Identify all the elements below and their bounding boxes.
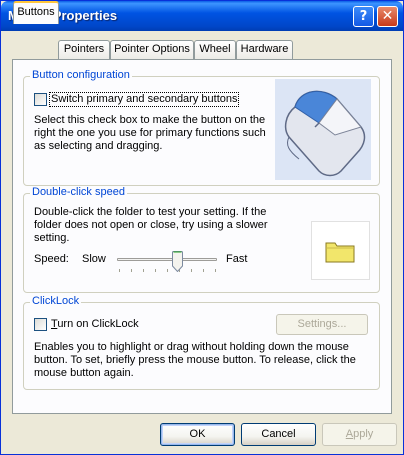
tab-buttons[interactable]: Buttons [13, 1, 59, 24]
slider-tick [131, 269, 132, 272]
settings-button-label: Settings... [297, 318, 347, 330]
speed-label: Speed: [34, 253, 69, 265]
clicklock-label[interactable]: Turn on ClickLock [51, 318, 139, 331]
button-config-desc-line-1: Select this check box to make the button… [34, 114, 266, 126]
tab-hardware[interactable]: Hardware [236, 40, 293, 59]
tab-wheel[interactable]: Wheel [194, 40, 236, 59]
tab-label: Pointers [63, 43, 105, 55]
clicklock-desc-line-2: button. To set, briefly press the mouse … [34, 354, 356, 366]
test-folder-area[interactable] [311, 221, 370, 280]
switch-buttons-label[interactable]: Switch primary and secondary buttons [48, 92, 240, 107]
double-click-desc-line-2: folder does not open or close, try using… [34, 219, 268, 231]
mouse-icon [284, 90, 366, 177]
tab-label: Wheel [199, 43, 231, 55]
clicklock-desc-line-3: mouse button again. [34, 367, 134, 379]
slider-tick [143, 269, 144, 272]
cancel-button[interactable]: Cancel [241, 423, 316, 446]
mouse-image [275, 79, 371, 180]
folder-icon [325, 242, 355, 263]
double-click-desc-line-3: setting. [34, 232, 70, 244]
clicklock-label-rest: urn on ClickLock [57, 318, 139, 330]
slider-tick [203, 269, 204, 272]
clicklock-desc-line-1: Enables you to highlight or drag without… [34, 341, 349, 353]
slow-label: Slow [82, 253, 106, 265]
clicklock-settings-button[interactable]: Settings... [276, 314, 368, 335]
slider-tick [167, 269, 168, 272]
tab-label: Hardware [240, 43, 289, 55]
tab-label: Pointer Options [114, 43, 190, 55]
ok-button[interactable]: OK [160, 423, 235, 446]
close-icon: ✕ [381, 8, 394, 24]
mouse-properties-window: Mouse Properties ? ✕ Buttons Pointers Po… [0, 0, 404, 455]
slider-tick [119, 269, 120, 272]
group-title: ClickLock [30, 295, 82, 307]
tab-pointer-options[interactable]: Pointer Options [110, 40, 194, 59]
tab-pointers[interactable]: Pointers [58, 40, 110, 59]
clicklock-checkbox[interactable] [34, 318, 47, 331]
apply-label-rest: pply [353, 428, 374, 440]
question-mark-icon: ? [359, 9, 368, 24]
button-config-desc-line-3: as selecting and dragging. [34, 140, 163, 152]
group-title: Double-click speed [30, 186, 127, 198]
slider-tick [215, 269, 216, 272]
slider-tick [191, 269, 192, 272]
apply-mnemonic: A [345, 428, 354, 440]
speed-slider-thumb[interactable] [172, 251, 183, 272]
close-button[interactable]: ✕ [377, 6, 398, 27]
double-click-desc-line-1: Double-click the folder to test your set… [34, 206, 267, 218]
ok-label: OK [189, 428, 206, 440]
apply-button[interactable]: Apply [322, 423, 397, 446]
help-button[interactable]: ? [353, 6, 374, 27]
group-title: Button configuration [30, 69, 132, 81]
slider-tick [155, 269, 156, 272]
title-bar[interactable]: Mouse Properties ? ✕ [1, 1, 403, 31]
speed-slider-track[interactable] [117, 258, 217, 261]
fast-label: Fast [226, 253, 248, 265]
button-config-desc-line-2: right the one you use for primary functi… [34, 127, 266, 139]
cancel-label: Cancel [261, 428, 296, 440]
tab-label: Buttons [17, 6, 55, 18]
switch-buttons-checkbox[interactable] [34, 93, 47, 106]
